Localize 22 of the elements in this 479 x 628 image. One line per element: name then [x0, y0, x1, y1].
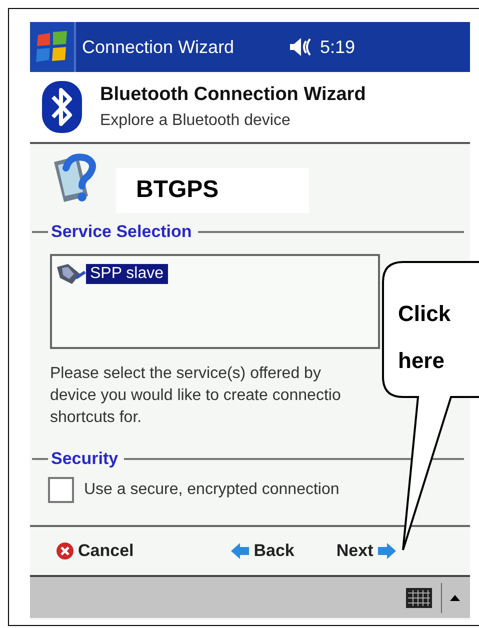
callout-text: Click here: [398, 300, 452, 375]
section-label: Service Selection: [51, 222, 192, 242]
section-label: Security: [51, 449, 118, 469]
wizard-subtitle: Explore a Bluetooth device: [100, 112, 292, 130]
checkbox[interactable]: [48, 477, 74, 503]
right-arrow-icon: [377, 542, 398, 560]
cancel-icon: [56, 542, 74, 560]
up-arrow-icon[interactable]: [450, 594, 460, 600]
clock[interactable]: 5:19: [320, 36, 356, 58]
checkbox-label: Use a secure, encrypted connection: [84, 481, 340, 499]
service-list[interactable]: SPP slave: [50, 254, 380, 349]
left-arrow-icon: [230, 542, 250, 560]
back-button[interactable]: Back: [228, 539, 296, 563]
windows-flag-icon[interactable]: [34, 29, 70, 65]
window-title: Connection Wizard: [82, 36, 236, 58]
help-text: Please select the service(s) offered by device you would like to create connectio shortcuts for.: [50, 364, 342, 428]
next-button[interactable]: Next: [334, 539, 400, 563]
wizard-title: Bluetooth Connection Wizard: [100, 84, 366, 106]
keyboard-icon[interactable]: [405, 586, 433, 608]
device-name: BTGPS: [116, 168, 309, 212]
list-item[interactable]: SPP slave: [86, 264, 168, 284]
cancel-button[interactable]: Cancel: [54, 539, 136, 563]
